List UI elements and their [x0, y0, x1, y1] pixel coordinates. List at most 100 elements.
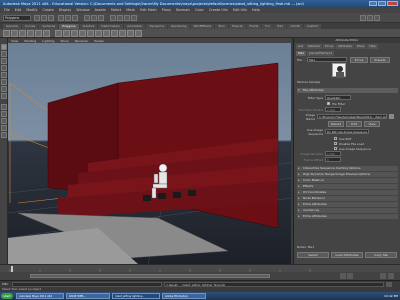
extrude-icon[interactable] — [71, 30, 78, 37]
smooth-icon[interactable] — [119, 30, 126, 37]
animation-preferences-icon[interactable] — [388, 273, 394, 279]
menu-create-uvs[interactable]: Create UVs — [209, 8, 228, 12]
bevel-icon[interactable] — [111, 30, 118, 37]
new-scene-icon[interactable] — [34, 15, 40, 21]
view-button[interactable]: View — [364, 121, 380, 127]
section-node-behavior[interactable]: Node Behavior — [297, 196, 398, 201]
select-object-icon[interactable] — [65, 15, 71, 21]
poly-sphere-icon[interactable] — [3, 30, 10, 37]
viewport-menu-view[interactable]: View — [11, 39, 18, 43]
ae-menu-show[interactable]: Show — [354, 44, 367, 49]
menu-set-selector[interactable]: Polygons — [3, 15, 31, 21]
section-mental-ray[interactable]: mental ray — [297, 208, 398, 213]
play-backward-icon[interactable] — [340, 273, 346, 279]
poly-plane-icon[interactable] — [35, 30, 42, 37]
use-image-sequence-dropdown[interactable]: Do Not Use Image Sequence — [325, 129, 369, 134]
presets-button[interactable]: Presets — [370, 56, 390, 63]
show-tool-settings-icon[interactable] — [367, 15, 373, 21]
snap-curve-icon[interactable] — [91, 15, 97, 21]
maximize-button[interactable] — [378, 1, 386, 6]
rotate-tool-icon[interactable] — [1, 72, 7, 78]
time-slider[interactable] — [0, 264, 400, 273]
single-pane-layout-icon[interactable] — [1, 104, 7, 110]
show-channel-box-icon[interactable] — [374, 15, 380, 21]
taskbar-item-raise[interactable]: RAISE WEB... — [66, 293, 110, 299]
section-color-balance[interactable]: Color Balance — [297, 178, 398, 183]
menu-edit[interactable]: Edit — [15, 8, 22, 12]
ae-menu-list[interactable]: List — [296, 44, 305, 49]
select-tool-icon[interactable] — [1, 44, 7, 50]
viewport-menu-panels[interactable]: Panels — [94, 39, 104, 43]
filter-type-dropdown[interactable]: Quadratic — [325, 95, 351, 100]
section-extra-attributes-2[interactable]: Extra Attributes — [297, 214, 398, 219]
menu-edit-mesh[interactable]: Edit Mesh — [140, 8, 157, 12]
viewport-menu-shading[interactable]: Shading — [24, 39, 36, 43]
node-tab-place2dtexture[interactable]: place2dTexture1 — [307, 51, 335, 56]
four-pane-layout-icon[interactable] — [1, 111, 7, 117]
start-button[interactable]: start — [1, 293, 13, 299]
mel-label[interactable]: MEL — [2, 282, 8, 286]
select-button[interactable]: Select — [297, 252, 329, 258]
menu-normals[interactable]: Normals — [176, 8, 190, 12]
menu-window[interactable]: Window — [76, 8, 89, 12]
graph-editor-layout-icon[interactable] — [1, 125, 7, 131]
range-slider[interactable] — [0, 272, 400, 280]
poly-torus-icon[interactable] — [43, 30, 50, 37]
separate-icon[interactable] — [63, 30, 70, 37]
poly-cone-icon[interactable] — [27, 30, 34, 37]
split-polygon-icon[interactable] — [95, 30, 102, 37]
close-button[interactable] — [387, 1, 398, 6]
select-hierarchy-icon[interactable] — [58, 15, 64, 21]
section-hdr-preview[interactable]: High Dynamic Range Image Preview Options — [297, 172, 398, 177]
render-settings-icon[interactable] — [131, 15, 137, 21]
taskbar-item-maya[interactable]: Autodesk Maya 2011 x64 — [16, 293, 64, 299]
ae-menu-attributes[interactable]: Attributes — [336, 44, 354, 49]
bridge-icon[interactable] — [79, 30, 86, 37]
menu-file[interactable]: File — [4, 8, 10, 12]
ipr-render-icon[interactable] — [124, 15, 130, 21]
show-attribute-editor-icon[interactable] — [360, 15, 366, 21]
move-tool-icon[interactable] — [1, 65, 7, 71]
combine-icon[interactable] — [55, 30, 62, 37]
node-name-field[interactable]: file1 — [307, 57, 347, 62]
minimize-button[interactable] — [369, 1, 377, 6]
render-icon[interactable] — [117, 15, 123, 21]
section-extra-attributes[interactable]: Extra Attributes — [297, 202, 398, 207]
menu-modify[interactable]: Modify — [26, 8, 37, 12]
menu-select[interactable]: Select — [111, 8, 121, 12]
copy-tab-button[interactable]: Copy Tab — [365, 252, 397, 258]
manipulator-tool-icon[interactable] — [1, 86, 7, 92]
taskbar-item-robot-scene[interactable]: robot_sitting lighting... — [112, 293, 160, 299]
auto-key-icon[interactable] — [380, 273, 386, 279]
outliner-layout-icon[interactable] — [1, 118, 7, 124]
play-forward-icon[interactable] — [347, 273, 353, 279]
save-scene-icon[interactable] — [48, 15, 54, 21]
use-bot-checkbox[interactable] — [334, 137, 337, 140]
focus-button[interactable]: Focus — [350, 56, 368, 63]
disable-file-load-checkbox[interactable] — [334, 142, 337, 145]
open-scene-icon[interactable] — [41, 15, 47, 21]
range-bar[interactable] — [30, 274, 270, 278]
menu-assets[interactable]: Assets — [95, 8, 106, 12]
reduce-icon[interactable] — [127, 30, 134, 37]
edit-button[interactable]: Edit — [346, 121, 362, 127]
insert-edge-loop-icon[interactable] — [103, 30, 110, 37]
ae-menu-selected[interactable]: Selected — [305, 44, 323, 49]
use-image-sequence-checkbox[interactable] — [334, 147, 337, 150]
image-name-field[interactable]: C:/Program Files/Autodesk/Maya2011/.../h… — [317, 114, 387, 119]
viewport-menu-renderer[interactable]: Renderer — [75, 39, 89, 43]
ae-menu-help[interactable]: Help — [367, 44, 378, 49]
section-effects[interactable]: Effects — [297, 184, 398, 189]
viewport-menu-lighting[interactable]: Lighting — [42, 39, 54, 43]
ae-menu-focus[interactable]: Focus — [323, 44, 336, 49]
history-icon[interactable] — [110, 15, 116, 21]
section-file-attributes[interactable]: File Attributes — [297, 88, 398, 93]
section-sequence-caching[interactable]: Interactive Sequence Caching Options — [297, 166, 398, 171]
snap-grid-icon[interactable] — [84, 15, 90, 21]
menu-mesh[interactable]: Mesh — [126, 8, 135, 12]
poly-cube-icon[interactable] — [11, 30, 18, 37]
scale-tool-icon[interactable] — [1, 79, 7, 85]
perspective-viewport[interactable]: View Shading Lighting Show Renderer Pane… — [8, 38, 291, 264]
menu-create[interactable]: Create — [43, 8, 54, 12]
load-attributes-button[interactable]: Load Attributes — [331, 252, 363, 258]
